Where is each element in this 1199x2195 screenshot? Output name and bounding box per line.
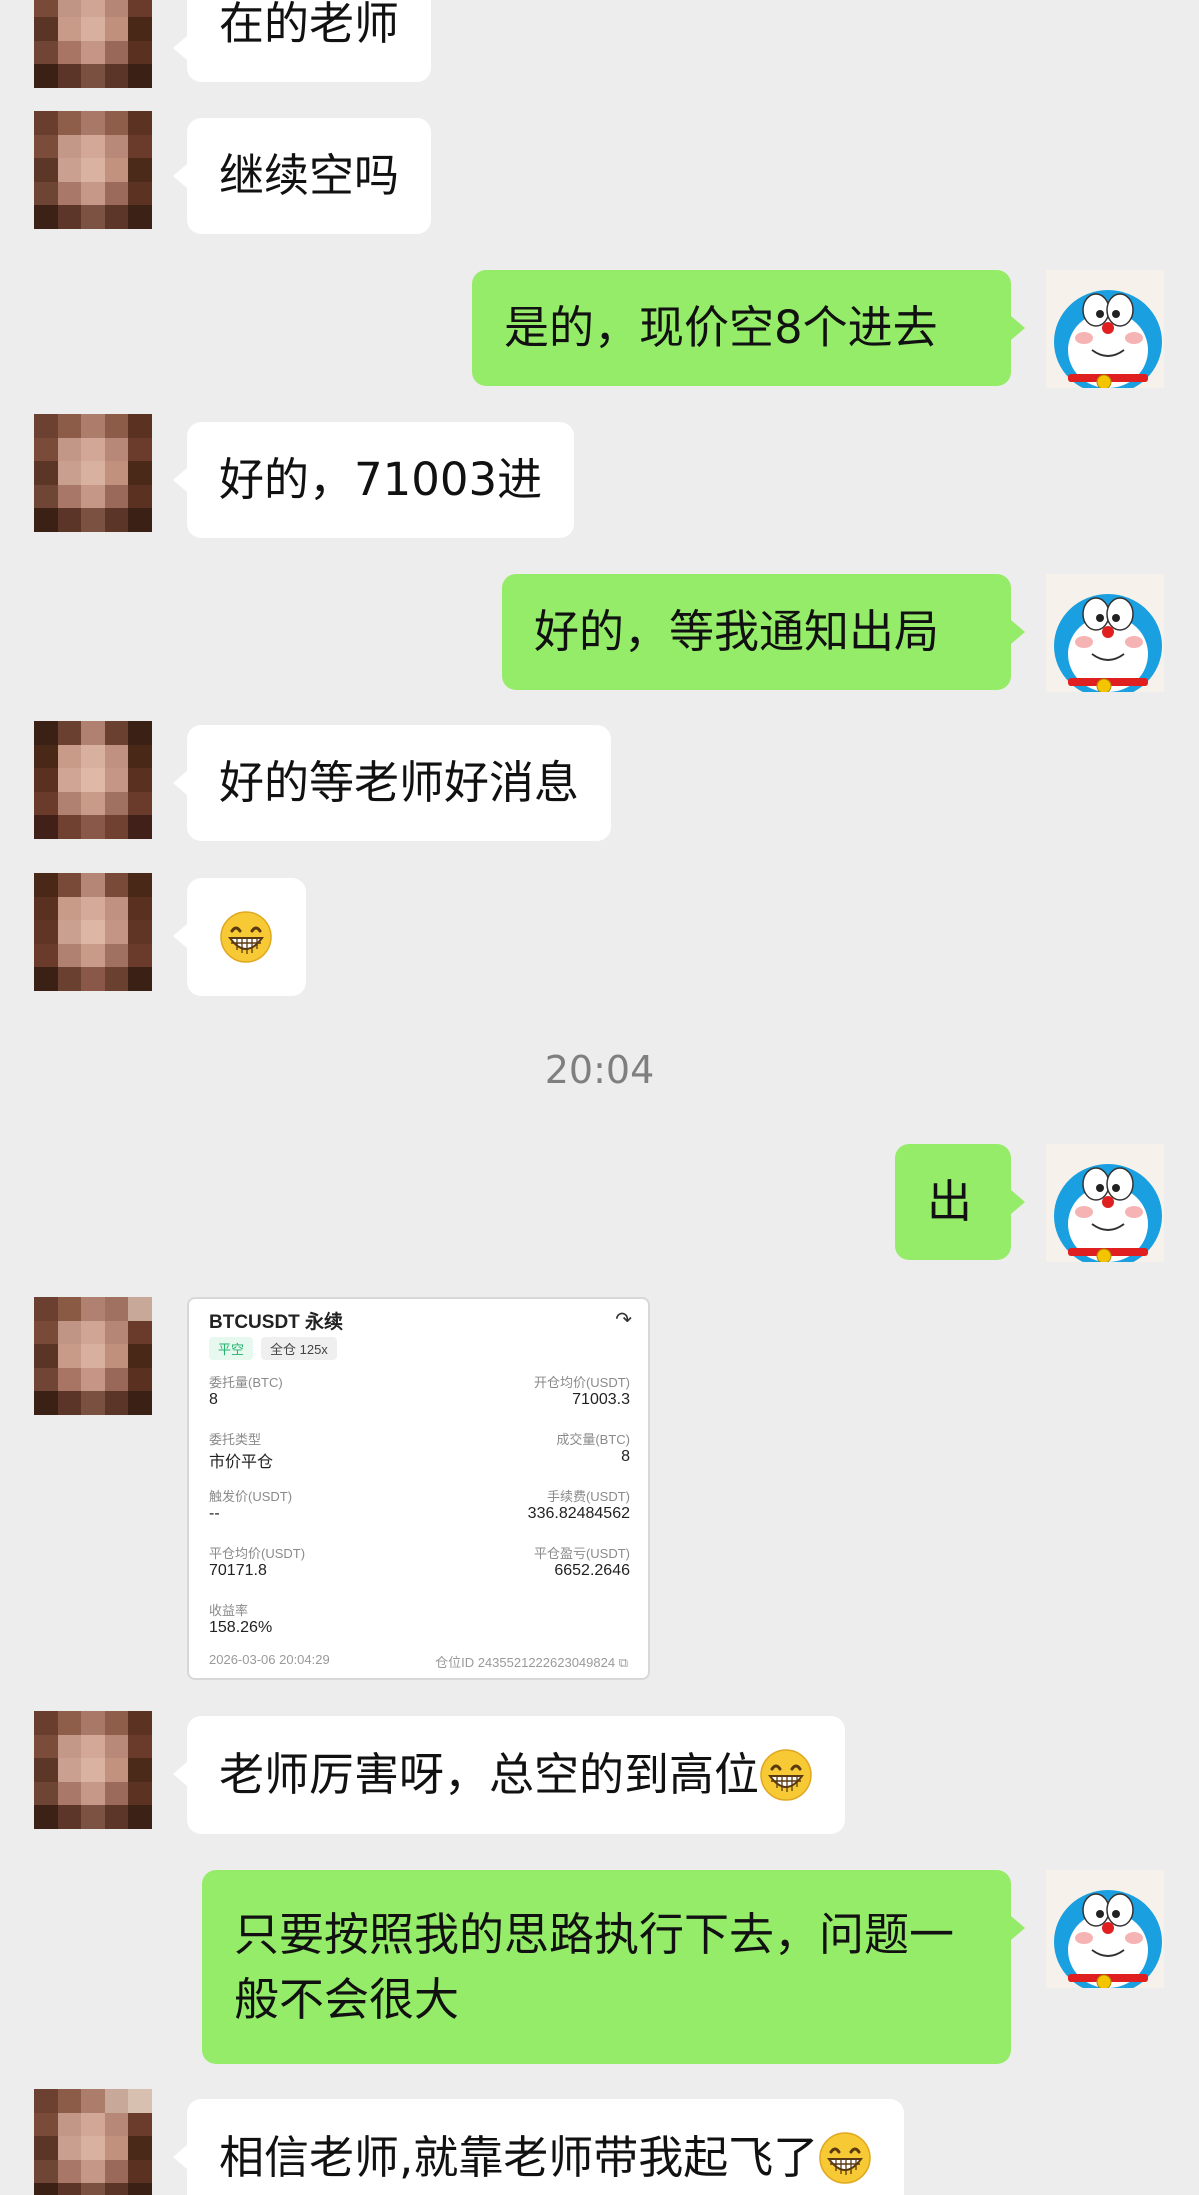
- contact-avatar[interactable]: [34, 721, 152, 839]
- field-value: 8: [621, 1448, 630, 1465]
- contact-avatar[interactable]: [34, 111, 152, 229]
- message-text: 好的，等我通知出局: [534, 605, 940, 659]
- position-id-text: 仓位ID 2435521222623049824: [435, 1655, 616, 1670]
- message-bubble-outgoing[interactable]: 是的，现价空8个进去: [472, 270, 1025, 386]
- self-avatar[interactable]: [1046, 574, 1164, 692]
- message-bubble-outgoing[interactable]: 出: [895, 1144, 1025, 1260]
- message-bubble-outgoing[interactable]: 好的，等我通知出局: [502, 574, 1025, 690]
- field-value: 70171.8: [209, 1562, 267, 1579]
- field-value: 71003.3: [572, 1391, 630, 1408]
- field-label: 平仓均价(USDT): [209, 1546, 306, 1561]
- message-bubble-outgoing[interactable]: 只要按照我的思路执行下去，问题一般不会很大: [202, 1870, 1025, 2064]
- field-value: 336.82484562: [527, 1505, 630, 1522]
- field-label: 委托类型: [209, 1432, 262, 1447]
- side-tag: 平空: [209, 1337, 254, 1360]
- message-text: 出: [927, 1175, 973, 1229]
- share-icon: ↷: [615, 1309, 632, 1331]
- field-value: 6652.2646: [554, 1562, 630, 1579]
- field-label: 开仓均价(USDT): [533, 1375, 630, 1390]
- message-bubble-incoming[interactable]: 好的等老师好消息: [173, 725, 612, 841]
- trade-order-card-image[interactable]: BTCUSDT 永续 ↷ 平空 全仓 125x 委托量(BTC) 8 开仓均价(…: [187, 1297, 650, 1680]
- self-avatar[interactable]: [1046, 1870, 1164, 1988]
- field-value: 158.26%: [209, 1619, 273, 1636]
- message-text: 在的老师: [219, 0, 400, 51]
- message-bubble-incoming[interactable]: 好的，71003进: [173, 422, 575, 538]
- grin-emoji-icon: [759, 1748, 813, 1802]
- field-label: 收益率: [209, 1603, 249, 1618]
- message-bubble-incoming[interactable]: 继续空吗: [173, 118, 432, 234]
- chat-timestamp: 20:04: [544, 1048, 655, 1092]
- field-label: 委托量(BTC): [209, 1375, 283, 1390]
- field-label: 手续费(USDT): [546, 1489, 630, 1504]
- grin-emoji-icon: [219, 910, 273, 964]
- message-text: 好的等老师好消息: [219, 756, 580, 810]
- grin-emoji-icon: [818, 2131, 872, 2185]
- margin-mode-tag: 全仓 125x: [261, 1337, 337, 1360]
- self-avatar[interactable]: [1046, 270, 1164, 388]
- order-datetime: 2026-03-06 20:04:29: [209, 1652, 330, 1667]
- self-avatar[interactable]: [1046, 1144, 1164, 1262]
- field-value: 8: [209, 1391, 218, 1408]
- field-value: --: [209, 1505, 220, 1522]
- message-text: 只要按照我的思路执行下去，问题一般不会很大: [234, 1907, 955, 2026]
- field-label: 成交量(BTC): [556, 1432, 630, 1447]
- field-label: 平仓盈亏(USDT): [533, 1546, 630, 1561]
- contact-avatar[interactable]: [34, 0, 152, 88]
- message-text: 是的，现价空8个进去: [504, 301, 938, 355]
- message-text: 相信老师,就靠老师带我起飞了: [219, 2131, 819, 2185]
- message-text: 好的，71003进: [219, 453, 543, 507]
- contact-avatar[interactable]: [34, 2089, 152, 2195]
- message-text: 继续空吗: [219, 149, 400, 203]
- position-id: 仓位ID 2435521222623049824 ⧉: [435, 1652, 628, 1671]
- message-bubble-incoming[interactable]: 老师厉害呀，总空的到高位: [173, 1716, 846, 1834]
- card-title: BTCUSDT 永续: [209, 1312, 344, 1333]
- message-bubble-incoming[interactable]: [173, 878, 306, 996]
- message-bubble-incoming[interactable]: 相信老师,就靠老师带我起飞了: [173, 2099, 905, 2195]
- field-label: 触发价(USDT): [209, 1489, 293, 1504]
- contact-avatar[interactable]: [34, 414, 152, 532]
- copy-icon[interactable]: ⧉: [619, 1655, 628, 1670]
- message-text: 老师厉害呀，总空的到高位: [219, 1748, 760, 1802]
- contact-avatar[interactable]: [34, 873, 152, 991]
- message-bubble-incoming[interactable]: 在的老师: [173, 0, 432, 82]
- field-value: 市价平仓: [209, 1454, 274, 1471]
- contact-avatar[interactable]: [34, 1297, 152, 1415]
- contact-avatar[interactable]: [34, 1711, 152, 1829]
